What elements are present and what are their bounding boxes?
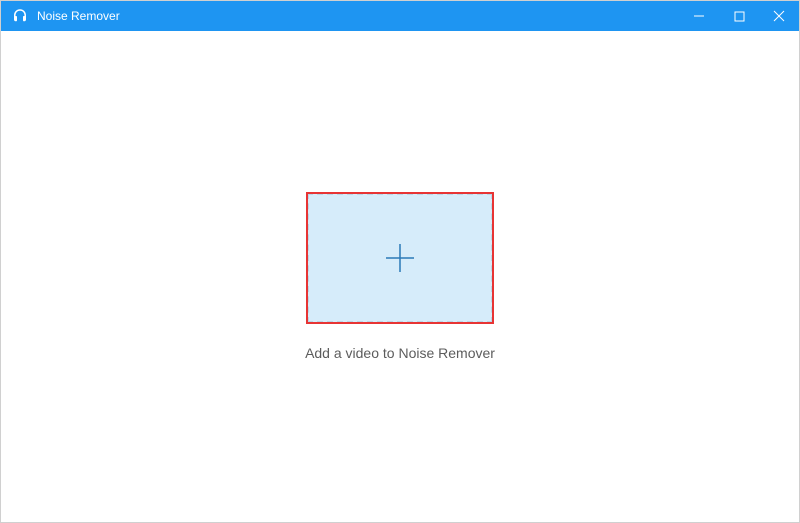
minimize-button[interactable]	[679, 1, 719, 31]
plus-icon	[384, 242, 416, 274]
app-title: Noise Remover	[37, 9, 679, 23]
instruction-text: Add a video to Noise Remover	[305, 345, 495, 361]
close-button[interactable]	[759, 1, 799, 31]
app-logo-icon	[11, 7, 29, 25]
titlebar: Noise Remover	[1, 1, 799, 31]
add-video-dropzone[interactable]	[307, 193, 493, 323]
window-controls	[679, 1, 799, 31]
maximize-button[interactable]	[719, 1, 759, 31]
main-content: Add a video to Noise Remover	[1, 31, 799, 522]
